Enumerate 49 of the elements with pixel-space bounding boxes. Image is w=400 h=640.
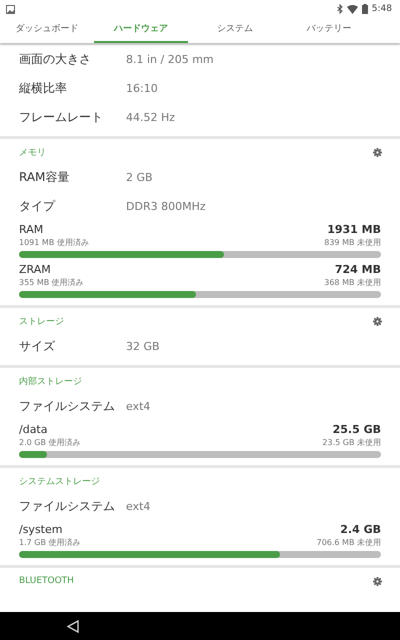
settings-icon[interactable] xyxy=(373,148,382,156)
clock-time: 5:48 xyxy=(372,4,392,14)
wifi-icon xyxy=(346,4,358,14)
usage-total: 25.5 GB xyxy=(332,423,381,436)
tab[interactable]: システム xyxy=(188,18,282,43)
settings-icon[interactable] xyxy=(373,316,382,326)
field-value: 44.52 Hz xyxy=(126,111,176,124)
free-amount: 368 MB 未使用 xyxy=(324,277,381,288)
section-title: 内部ストレージ xyxy=(19,376,82,388)
used-amount: 1091 MB 使用済み xyxy=(19,237,89,248)
used-amount: 1.7 GB 使用済み xyxy=(19,537,80,548)
field-value: ext4 xyxy=(126,500,150,513)
field-value: 16:10 xyxy=(126,82,158,95)
back-icon[interactable] xyxy=(67,620,79,632)
field-label: 画面の大きさ xyxy=(19,51,92,68)
field-value: 2 GB xyxy=(126,171,153,184)
free-amount: 706.6 MB 未使用 xyxy=(316,537,381,548)
battery-icon xyxy=(362,4,368,14)
bluetooth-icon xyxy=(336,4,343,14)
field-value: 32 GB xyxy=(126,340,160,353)
usage-total: 724 MB xyxy=(334,263,381,276)
tab[interactable]: ダッシュボード xyxy=(0,18,94,43)
section-title: ストレージ xyxy=(19,316,64,328)
field-label: ファイルシステム xyxy=(19,498,116,515)
field-value: 8.1 in / 205 mm xyxy=(126,53,214,66)
usage-name: /system xyxy=(19,523,62,536)
section-title: システムストレージ xyxy=(19,476,100,488)
section-title: メモリ xyxy=(19,146,46,158)
field-label: タイプ xyxy=(19,198,56,215)
field-label: RAM容量 xyxy=(19,169,70,186)
usage-total: 2.4 GB xyxy=(340,523,381,536)
usage-total: 1931 MB xyxy=(327,223,381,236)
tab[interactable]: バッテリー xyxy=(282,18,376,43)
usage-name: /data xyxy=(19,423,48,436)
free-amount: 839 MB 未使用 xyxy=(324,237,381,248)
section-title: BLUETOOTH xyxy=(19,576,74,586)
usage-name: RAM xyxy=(19,223,44,236)
settings-icon[interactable] xyxy=(373,576,382,586)
field-label: サイズ xyxy=(19,338,56,355)
image-icon xyxy=(6,4,15,14)
free-amount: 23.5 GB 未使用 xyxy=(322,437,381,448)
field-value: DDR3 800MHz xyxy=(126,200,206,213)
field-label: フレームレート xyxy=(19,109,104,126)
used-amount: 2.0 GB 使用済み xyxy=(19,437,80,448)
used-amount: 355 MB 使用済み xyxy=(19,277,84,288)
usage-name: ZRAM xyxy=(19,263,51,276)
field-label: ファイルシステム xyxy=(19,398,116,415)
field-value: ext4 xyxy=(126,400,150,413)
field-label: 縦横比率 xyxy=(19,80,68,97)
